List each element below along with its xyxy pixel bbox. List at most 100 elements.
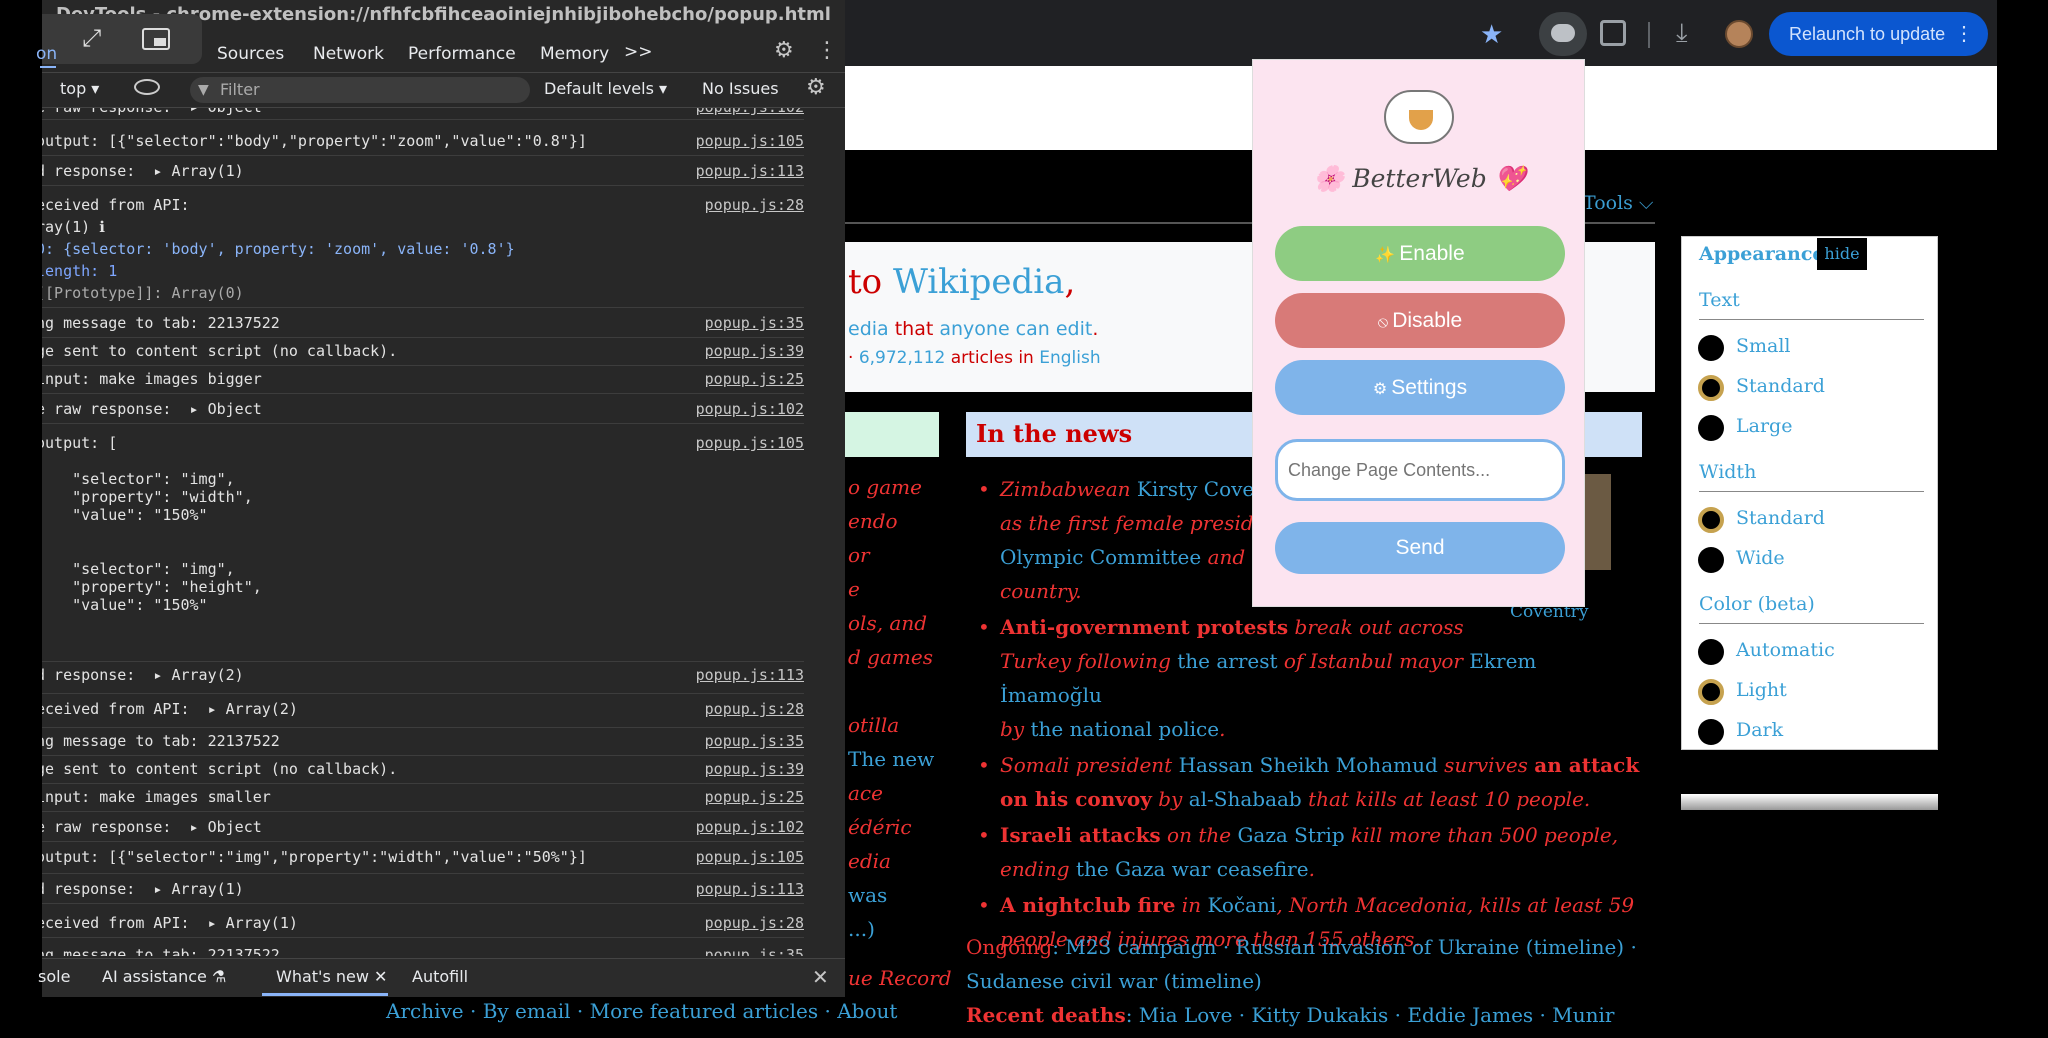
console-row: output: [popup.js:105 "selector": "img",… <box>42 434 804 662</box>
source-link[interactable]: popup.js:39 <box>705 342 804 360</box>
option-label: Light <box>1736 679 1787 701</box>
encyclopedia-link[interactable]: edia <box>848 318 889 340</box>
filter-input[interactable]: ▼ Filter <box>190 77 530 103</box>
tab-performance[interactable]: Performance <box>408 44 516 64</box>
source-link[interactable]: popup.js:28 <box>705 196 804 214</box>
news-link[interactable]: Kirsty Coven <box>1137 477 1267 501</box>
radio-icon[interactable] <box>1698 719 1724 745</box>
tools-menu[interactable]: Tools ⌵ <box>1583 192 1653 214</box>
news-link[interactable]: the Gaza war ceasefire <box>1076 857 1309 881</box>
color-section-title: Color (beta) <box>1699 593 1815 615</box>
console-row: ng message to tab: 22137522 popup.js:35 <box>42 732 804 756</box>
betterweb-extension-icon[interactable] <box>1551 24 1575 42</box>
option-label: Standard <box>1736 507 1825 529</box>
news-link[interactable]: A nightclub fire <box>1000 893 1175 917</box>
source-link[interactable]: popup.js:105 <box>696 434 804 452</box>
eye-icon[interactable] <box>134 79 160 95</box>
close-drawer-icon[interactable]: ✕ <box>812 965 829 989</box>
in-the-news-title: In the news <box>976 419 1133 448</box>
source-link[interactable]: popup.js:113 <box>696 880 804 898</box>
drawer-tab-console[interactable]: sole <box>38 967 70 986</box>
tab-memory[interactable]: Memory <box>540 44 609 64</box>
hide-button[interactable]: hide <box>1817 238 1867 270</box>
radio-icon[interactable] <box>1698 639 1724 665</box>
source-link[interactable]: popup.js:25 <box>705 370 804 388</box>
radio-icon[interactable] <box>1698 547 1724 573</box>
source-link[interactable]: popup.js:105 <box>696 848 804 866</box>
extensions-puzzle-icon[interactable] <box>1600 20 1626 46</box>
source-link[interactable]: popup.js:35 <box>705 946 804 956</box>
console-row: d response: ▸ Array(1) popup.js:113 <box>42 880 804 904</box>
source-link[interactable]: popup.js:28 <box>705 914 804 932</box>
divider <box>1699 623 1924 624</box>
change-page-contents-input[interactable] <box>1275 439 1565 501</box>
radio-icon[interactable] <box>1698 415 1724 441</box>
bookmark-star-icon[interactable]: ★ <box>1480 20 1503 50</box>
prohibited-icon: ⦸ <box>1377 314 1389 331</box>
more-vert-icon[interactable]: ⋮ <box>816 38 838 63</box>
send-button[interactable]: Send <box>1275 522 1565 574</box>
drawer-tab-ai-assistance[interactable]: AI assistance ⚗ <box>102 967 226 986</box>
source-link[interactable]: popup.js:28 <box>705 700 804 718</box>
source-link[interactable]: popup.js:39 <box>705 760 804 778</box>
relaunch-to-update-button[interactable]: Relaunch to update ⋮ <box>1769 12 1988 56</box>
news-link[interactable]: Gaza Strip <box>1237 823 1344 847</box>
disable-button[interactable]: ⦸ Disable <box>1275 293 1565 348</box>
news-link[interactable]: Anti-government protests <box>1000 615 1288 639</box>
featured-footer-links[interactable]: Archive · By email · More featured artic… <box>386 999 897 1023</box>
drawer-tab-autofill[interactable]: Autofill <box>412 967 468 986</box>
featured-line: edia <box>848 849 891 873</box>
download-icon[interactable]: ⤓ <box>1676 18 1688 49</box>
enable-button[interactable]: ✨ Enable <box>1275 226 1565 281</box>
ongoing-links[interactable]: Sudanese civil war (timeline) <box>966 969 1262 993</box>
news-link[interactable]: al-Shabaab <box>1189 787 1302 811</box>
settings-gear-icon[interactable]: ⚙ <box>774 38 794 63</box>
console-settings-gear-icon[interactable]: ⚙ <box>806 75 826 100</box>
more-tabs-chevron-icon[interactable]: >> <box>624 42 653 62</box>
settings-button[interactable]: ⚙ Settings <box>1275 360 1565 415</box>
radio-selected-icon[interactable] <box>1698 375 1724 401</box>
context-selector[interactable]: top ▾ <box>60 79 99 98</box>
english-link[interactable]: English <box>1039 348 1100 368</box>
source-link[interactable]: popup.js:25 <box>705 788 804 806</box>
option-label: Small <box>1736 335 1791 357</box>
recent-deaths-links[interactable]: : Mia Love · Kitty Dukakis · Eddie James… <box>1126 1003 1615 1027</box>
news-link[interactable]: the national police <box>1030 717 1219 741</box>
relaunch-label: Relaunch to update <box>1789 24 1946 44</box>
console-row: e raw response: ▸ Objectpopup.js:102 <box>42 108 804 120</box>
radio-selected-icon[interactable] <box>1698 507 1724 533</box>
news-link[interactable]: the arrest <box>1177 649 1277 673</box>
source-link[interactable]: popup.js:102 <box>696 818 804 836</box>
panel-shadow <box>1681 794 1938 810</box>
source-link[interactable]: popup.js:113 <box>696 666 804 684</box>
drawer-tab-whats-new[interactable]: What's new ✕ <box>276 967 387 986</box>
radio-icon[interactable] <box>1698 335 1724 361</box>
console-row: ray(1) ℹ <box>42 218 105 236</box>
profile-avatar[interactable] <box>1725 20 1753 48</box>
source-link[interactable]: popup.js:35 <box>705 314 804 332</box>
news-link[interactable]: Hassan Sheikh Mohamud <box>1179 753 1438 777</box>
log-levels-dropdown[interactable]: Default levels ▾ <box>544 79 667 98</box>
radio-selected-icon[interactable] <box>1698 679 1724 705</box>
tab-network[interactable]: Network <box>313 44 384 64</box>
more-vert-icon[interactable]: ⋮ <box>1954 12 1974 56</box>
source-link[interactable]: popup.js:102 <box>696 400 804 418</box>
issues-button[interactable]: No Issues <box>702 79 779 98</box>
tab-sources[interactable]: Sources <box>217 44 284 64</box>
tab-console[interactable]: on <box>36 44 57 64</box>
source-link[interactable]: popup.js:35 <box>705 732 804 750</box>
width-section-title: Width <box>1699 461 1757 483</box>
console-output: e raw response: ▸ Objectpopup.js:102 out… <box>42 108 845 956</box>
article-count-link[interactable]: 6,972,112 <box>859 348 946 368</box>
console-row: eceived from API: ▸ Array(1) popup.js:28 <box>42 914 804 938</box>
news-link[interactable]: Olympic Committee <box>1000 545 1201 569</box>
news-link[interactable]: Kočani <box>1207 893 1276 917</box>
news-link[interactable]: Israeli attacks <box>1000 823 1161 847</box>
source-link[interactable]: popup.js:105 <box>696 132 804 150</box>
ongoing-links[interactable]: : M23 campaign · Russian invasion of Ukr… <box>1052 935 1637 959</box>
source-link[interactable]: popup.js:102 <box>696 108 804 116</box>
wikipedia-link[interactable]: Wikipedia <box>893 262 1065 302</box>
source-link[interactable]: popup.js:113 <box>696 162 804 180</box>
anyone-can-edit-link[interactable]: anyone can edit <box>939 318 1092 340</box>
divider <box>1699 319 1924 320</box>
